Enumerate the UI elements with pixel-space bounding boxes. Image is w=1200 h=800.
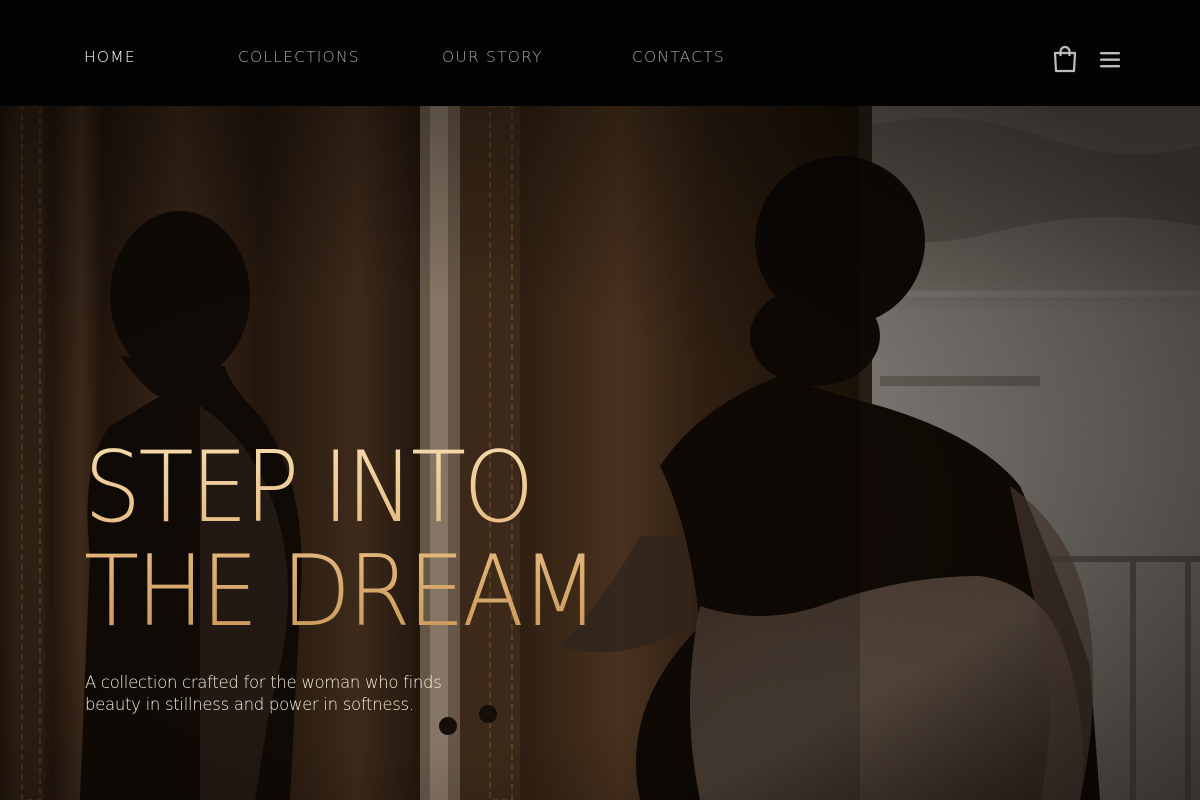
nav-item-contacts[interactable]: CONTACTS — [632, 48, 725, 66]
nav-item-our-story[interactable]: OUR STORY — [442, 48, 543, 66]
hamburger-menu-icon[interactable] — [1099, 50, 1121, 70]
nav-item-collections[interactable]: COLLECTIONS — [238, 48, 360, 66]
headline-line-1: STEP INTO — [84, 431, 532, 545]
site-header: HOME COLLECTIONS OUR STORY CONTACTS — [0, 0, 1200, 106]
hero-subtitle: A collection crafted for the woman who f… — [85, 673, 442, 714]
hero-headline: STEP INTO THE DREAM — [84, 436, 654, 644]
nav-item-home[interactable]: HOME — [84, 48, 136, 66]
headline-line-2: THE DREAM — [84, 535, 597, 649]
shopping-bag-icon[interactable] — [1052, 45, 1078, 73]
hero-section: STEP INTO THE DREAM A collection crafted… — [0, 106, 1200, 800]
